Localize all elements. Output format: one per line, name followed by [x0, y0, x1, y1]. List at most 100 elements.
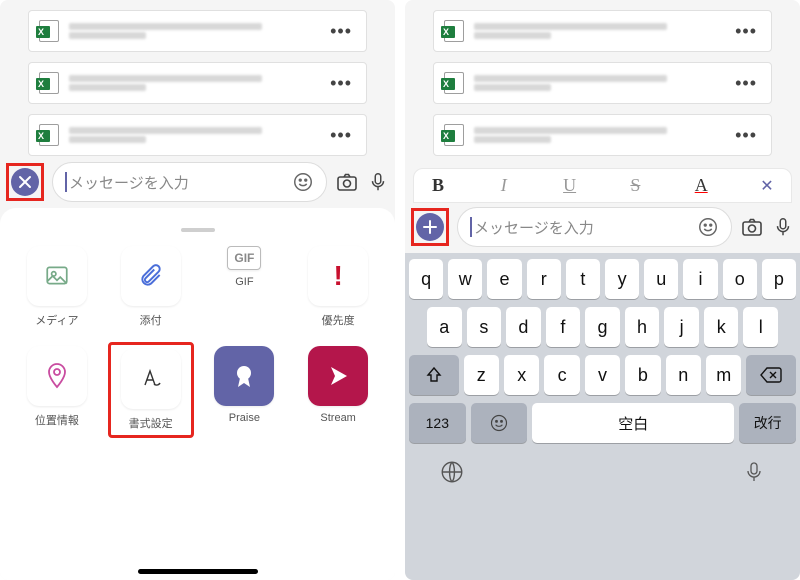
key-x[interactable]: x — [504, 355, 539, 395]
format-underline-button[interactable]: U — [560, 175, 580, 196]
camera-icon[interactable] — [335, 170, 359, 194]
action-priority[interactable]: ! 優先度 — [308, 246, 368, 328]
attachment-more-icon[interactable]: ••• — [731, 73, 761, 94]
attachment-card[interactable]: ••• — [28, 114, 367, 156]
action-location[interactable]: 位置情報 — [27, 346, 87, 434]
attachment-card[interactable]: ••• — [433, 10, 772, 52]
key-p[interactable]: p — [762, 259, 796, 299]
action-media[interactable]: メディア — [27, 246, 87, 328]
attachment-more-icon[interactable]: ••• — [326, 21, 356, 42]
close-compose-extensions-button[interactable] — [11, 168, 39, 196]
key-k[interactable]: k — [704, 307, 739, 347]
emoji-keyboard-key[interactable] — [471, 403, 528, 443]
key-l[interactable]: l — [743, 307, 778, 347]
shift-key[interactable] — [409, 355, 459, 395]
key-m[interactable]: m — [706, 355, 741, 395]
format-italic-button[interactable]: I — [494, 175, 514, 196]
backspace-key[interactable] — [746, 355, 796, 395]
dictation-icon[interactable] — [742, 459, 766, 485]
phone-left-action-sheet: ••• ••• ••• メッセージを入力 — [0, 0, 395, 580]
attachment-filename-blurred — [69, 127, 326, 143]
attachment-more-icon[interactable]: ••• — [326, 125, 356, 146]
attachment-filename-blurred — [474, 23, 731, 39]
format-icon — [121, 349, 181, 409]
phone-right-format-keyboard: ••• ••• ••• B I U S A ✕ メッセージを入力 — [405, 0, 800, 580]
media-icon — [27, 246, 87, 306]
return-key[interactable]: 改行 — [739, 403, 796, 443]
attachment-more-icon[interactable]: ••• — [326, 73, 356, 94]
attachment-card[interactable]: ••• — [28, 62, 367, 104]
gif-icon: GIF — [227, 246, 261, 270]
message-input[interactable]: メッセージを入力 — [52, 162, 327, 202]
key-u[interactable]: u — [644, 259, 678, 299]
attachment-card[interactable]: ••• — [433, 62, 772, 104]
key-j[interactable]: j — [664, 307, 699, 347]
key-n[interactable]: n — [666, 355, 701, 395]
message-placeholder: メッセージを入力 — [69, 172, 292, 193]
attachment-card[interactable]: ••• — [28, 10, 367, 52]
compose-row: メッセージを入力 — [0, 162, 395, 208]
key-h[interactable]: h — [625, 307, 660, 347]
key-s[interactable]: s — [467, 307, 502, 347]
attachment-card[interactable]: ••• — [433, 114, 772, 156]
annotation-red-box — [6, 163, 44, 201]
sheet-grabber[interactable] — [181, 228, 215, 232]
compose-extensions-sheet: メディア 添付 GIF GIF ! 優先度 — [0, 208, 395, 580]
key-a[interactable]: a — [427, 307, 462, 347]
action-praise[interactable]: Praise — [214, 346, 274, 434]
key-t[interactable]: t — [566, 259, 600, 299]
key-g[interactable]: g — [585, 307, 620, 347]
text-cursor — [470, 217, 472, 237]
format-bold-button[interactable]: B — [428, 175, 448, 196]
key-f[interactable]: f — [546, 307, 581, 347]
key-y[interactable]: y — [605, 259, 639, 299]
priority-icon: ! — [308, 246, 368, 306]
key-i[interactable]: i — [683, 259, 717, 299]
excel-file-icon — [39, 124, 59, 146]
action-attach[interactable]: 添付 — [121, 246, 181, 328]
attach-icon — [121, 246, 181, 306]
attachments-list: ••• ••• ••• — [405, 0, 800, 162]
open-compose-extensions-button[interactable] — [416, 213, 444, 241]
location-pin-icon — [27, 346, 87, 406]
key-c[interactable]: c — [544, 355, 579, 395]
key-r[interactable]: r — [527, 259, 561, 299]
space-key[interactable]: 空白 — [532, 403, 734, 443]
excel-file-icon — [39, 20, 59, 42]
compose-row: メッセージを入力 — [405, 207, 800, 253]
attachment-more-icon[interactable]: ••• — [731, 125, 761, 146]
numbers-key[interactable]: 123 — [409, 403, 466, 443]
format-textcolor-button[interactable]: A — [691, 175, 711, 196]
camera-icon[interactable] — [740, 215, 764, 239]
attachment-more-icon[interactable]: ••• — [731, 21, 761, 42]
format-toolbar: B I U S A ✕ — [413, 168, 792, 203]
format-close-button[interactable]: ✕ — [757, 176, 777, 196]
attachment-filename-blurred — [69, 75, 326, 91]
excel-file-icon — [444, 20, 464, 42]
key-q[interactable]: q — [409, 259, 443, 299]
home-indicator[interactable] — [138, 569, 258, 574]
microphone-icon[interactable] — [367, 171, 389, 193]
key-z[interactable]: z — [464, 355, 499, 395]
key-b[interactable]: b — [625, 355, 660, 395]
ios-keyboard: qwertyuiop asdfghjkl zxcvbnm 123 空白 改行 — [405, 253, 800, 580]
attachment-filename-blurred — [474, 127, 731, 143]
stream-play-icon — [308, 346, 368, 406]
action-format[interactable]: 書式設定 — [108, 342, 194, 438]
globe-keyboard-icon[interactable] — [439, 459, 465, 485]
praise-badge-icon — [214, 346, 274, 406]
emoji-icon[interactable] — [292, 171, 314, 193]
key-v[interactable]: v — [585, 355, 620, 395]
key-d[interactable]: d — [506, 307, 541, 347]
attachments-list: ••• ••• ••• — [0, 0, 395, 162]
message-input[interactable]: メッセージを入力 — [457, 207, 732, 247]
key-w[interactable]: w — [448, 259, 482, 299]
key-o[interactable]: o — [723, 259, 757, 299]
format-strike-button[interactable]: S — [625, 175, 645, 196]
action-gif[interactable]: GIF GIF — [227, 246, 261, 328]
microphone-icon[interactable] — [772, 216, 794, 238]
key-e[interactable]: e — [487, 259, 521, 299]
annotation-red-box — [411, 208, 449, 246]
action-stream[interactable]: Stream — [308, 346, 368, 434]
emoji-icon[interactable] — [697, 216, 719, 238]
